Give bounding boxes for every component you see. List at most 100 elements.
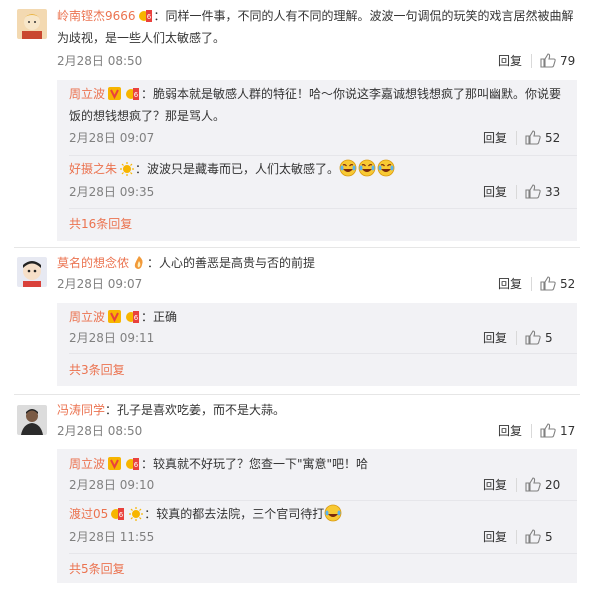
comment-text: 莫名的想念侬 ：人心的善恶是高贵与否的前提	[57, 255, 316, 270]
like-count: 52	[560, 277, 576, 291]
flame-badge-icon	[131, 255, 147, 270]
divider	[516, 331, 517, 345]
comment-meta: 2月28日 09:07 回复 52	[57, 274, 580, 294]
verified-v-icon	[107, 86, 123, 101]
svg-text:6: 6	[134, 314, 139, 322]
comment-meta: 2月28日 08:50 回复 17	[57, 421, 580, 441]
username[interactable]: 周立波	[69, 457, 105, 471]
reply-button[interactable]: 回复	[483, 328, 507, 348]
reply-button[interactable]: 回复	[483, 475, 507, 495]
more-replies-link[interactable]: 共16条回复	[69, 214, 132, 234]
replies-box: 周立波 6 ：脆弱本就是敏感人群的特征！哈～你说这李嘉诚想钱想疯了那叫幽默。你说要饭…	[57, 80, 577, 241]
divider	[69, 353, 577, 354]
verified-v-icon	[107, 456, 123, 471]
divider	[69, 155, 577, 156]
laugh-cry-emoji-icon	[339, 159, 357, 177]
timestamp: 2月28日 09:35	[69, 185, 155, 199]
reply-meta: 2月28日 09:07 回复 52	[69, 128, 565, 148]
timestamp: 2月28日 11:55	[69, 530, 155, 544]
timestamp: 2月28日 09:07	[57, 277, 143, 291]
reply-text: 渡过05 6 ：较真的都去法院，三个官司待打	[69, 503, 565, 525]
username[interactable]: 岭南铿杰9666	[57, 9, 136, 23]
thumbs-up-icon	[525, 330, 541, 345]
reply-text: 周立波 6 ：较真就不好玩了？您查一下"寓意"吧！哈	[69, 456, 369, 471]
reply-text: 好摄之朱 ：波波只是藏毒而已，人们太敏感了。	[69, 158, 565, 180]
vip-badge-icon: 6	[125, 456, 141, 471]
comment-meta: 2月28日 08:50 回复 79	[57, 51, 580, 71]
thumbs-up-icon	[525, 130, 541, 145]
reply-meta: 2月28日 09:35 回复 33	[69, 182, 565, 202]
thumbs-up-icon	[540, 276, 556, 291]
reply-meta: 2月28日 09:10 回复 20	[69, 475, 565, 495]
replies-box: 周立波 6 ：正确 2月28日 09:11 回复 5 共3条回复	[57, 303, 577, 386]
like-count: 33	[545, 185, 561, 199]
more-replies-link[interactable]: 共5条回复	[69, 559, 125, 579]
like-count: 20	[545, 478, 561, 492]
divider	[69, 553, 577, 554]
replies-box: 周立波 6 ：较真就不好玩了？您查一下"寓意"吧！哈 2月28日 09:10 回复 …	[57, 449, 577, 583]
divider	[531, 277, 532, 291]
thumbs-up-icon	[525, 184, 541, 199]
reply-button[interactable]: 回复	[498, 274, 522, 294]
divider	[69, 500, 577, 501]
timestamp: 2月28日 09:07	[69, 131, 155, 145]
thumbs-up-icon	[525, 477, 541, 492]
username[interactable]: 周立波	[69, 87, 105, 101]
sun-badge-icon	[119, 161, 135, 176]
divider	[516, 530, 517, 544]
thumbs-up-icon	[540, 423, 556, 438]
svg-text:6: 6	[134, 91, 139, 99]
comment-text: 冯涛同学：孔子是喜欢吃姜，而不是大蒜。	[57, 403, 286, 417]
reply-text: 周立波 6 ：正确	[69, 309, 178, 324]
vip-badge-icon: 6	[125, 86, 141, 101]
divider	[531, 54, 532, 68]
laugh-cry-emoji-icon	[324, 504, 342, 522]
divider	[531, 424, 532, 438]
vip-badge-icon: 6	[110, 506, 126, 521]
like-count: 79	[560, 54, 576, 68]
reply-button[interactable]: 回复	[483, 182, 507, 202]
username[interactable]: 周立波	[69, 310, 105, 324]
username[interactable]: 渡过05	[69, 507, 108, 521]
svg-text:6: 6	[134, 461, 139, 469]
divider	[14, 394, 580, 395]
avatar[interactable]	[17, 405, 47, 435]
reply-button[interactable]: 回复	[483, 128, 507, 148]
vip-badge-icon: 6	[125, 309, 141, 324]
like-count: 17	[560, 424, 576, 438]
reply-button[interactable]: 回复	[498, 421, 522, 441]
timestamp: 2月28日 08:50	[57, 424, 143, 438]
sun-badge-icon	[128, 506, 144, 521]
timestamp: 2月28日 09:11	[69, 331, 155, 345]
reply-meta: 2月28日 11:55 回复 5	[69, 527, 565, 547]
timestamp: 2月28日 09:10	[69, 478, 155, 492]
username[interactable]: 冯涛同学	[57, 403, 105, 417]
svg-text:6: 6	[119, 511, 124, 519]
divider	[69, 208, 577, 209]
divider	[516, 131, 517, 145]
like-count: 5	[545, 331, 553, 345]
reply-text: 周立波 6 ：脆弱本就是敏感人群的特征！哈～你说这李嘉诚想钱想疯了那叫幽默。你说要饭…	[69, 86, 562, 123]
laugh-cry-emoji-icon	[358, 159, 376, 177]
username[interactable]: 莫名的想念侬	[57, 256, 129, 270]
reply-button[interactable]: 回复	[483, 527, 507, 547]
more-replies-link[interactable]: 共3条回复	[69, 360, 125, 380]
thumbs-up-icon	[525, 529, 541, 544]
avatar[interactable]	[17, 257, 47, 287]
comment-text: 岭南铿杰9666 6 ：同样一件事，不同的人有不同的理解。波波一句调侃的玩笑的戏言居…	[57, 8, 574, 45]
verified-v-icon	[107, 309, 123, 324]
svg-text:6: 6	[146, 13, 151, 21]
timestamp: 2月28日 08:50	[57, 54, 143, 68]
divider	[14, 247, 580, 248]
divider	[516, 185, 517, 199]
like-count: 52	[545, 131, 561, 145]
username[interactable]: 好摄之朱	[69, 162, 117, 176]
thumbs-up-icon	[540, 53, 556, 68]
vip-badge-icon: 6	[138, 8, 154, 23]
reply-meta: 2月28日 09:11 回复 5	[69, 328, 565, 348]
divider	[516, 478, 517, 492]
like-count: 5	[545, 530, 553, 544]
reply-button[interactable]: 回复	[498, 51, 522, 71]
laugh-cry-emoji-icon	[377, 159, 395, 177]
avatar[interactable]	[17, 9, 47, 39]
